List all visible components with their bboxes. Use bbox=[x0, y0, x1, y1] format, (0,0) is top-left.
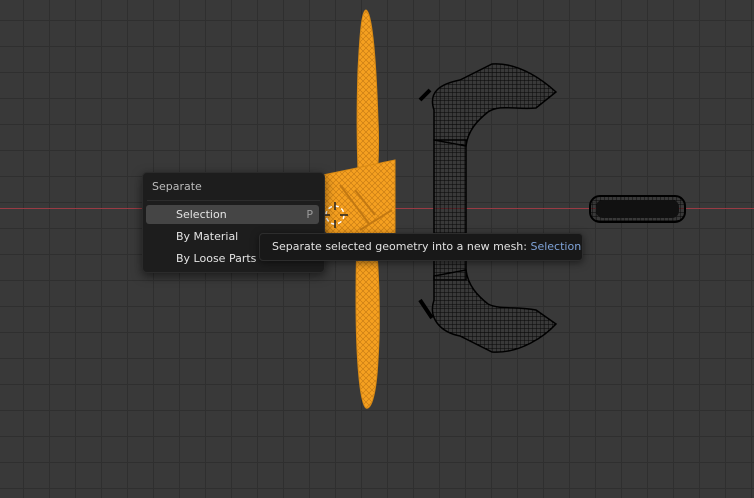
menu-item-selection[interactable]: Selection P bbox=[146, 205, 319, 224]
tooltip: Separate selected geometry into a new me… bbox=[259, 233, 583, 261]
tooltip-highlight: Selection bbox=[530, 240, 582, 253]
menu-item-label: By Material bbox=[176, 230, 239, 243]
menu-item-label: Selection bbox=[176, 208, 227, 221]
menu-item-shortcut: P bbox=[306, 208, 313, 221]
wireframe-capsule-mesh[interactable] bbox=[589, 195, 686, 223]
tooltip-text: Separate selected geometry into a new me… bbox=[272, 240, 581, 253]
wireframe-bracket-mesh[interactable] bbox=[418, 63, 558, 353]
menu-divider bbox=[147, 200, 320, 201]
menu-item-label: By Loose Parts bbox=[176, 252, 257, 265]
selected-propeller-mesh[interactable] bbox=[317, 9, 396, 409]
tooltip-description: Separate selected geometry into a new me… bbox=[272, 240, 531, 253]
menu-title: Separate bbox=[152, 180, 202, 193]
